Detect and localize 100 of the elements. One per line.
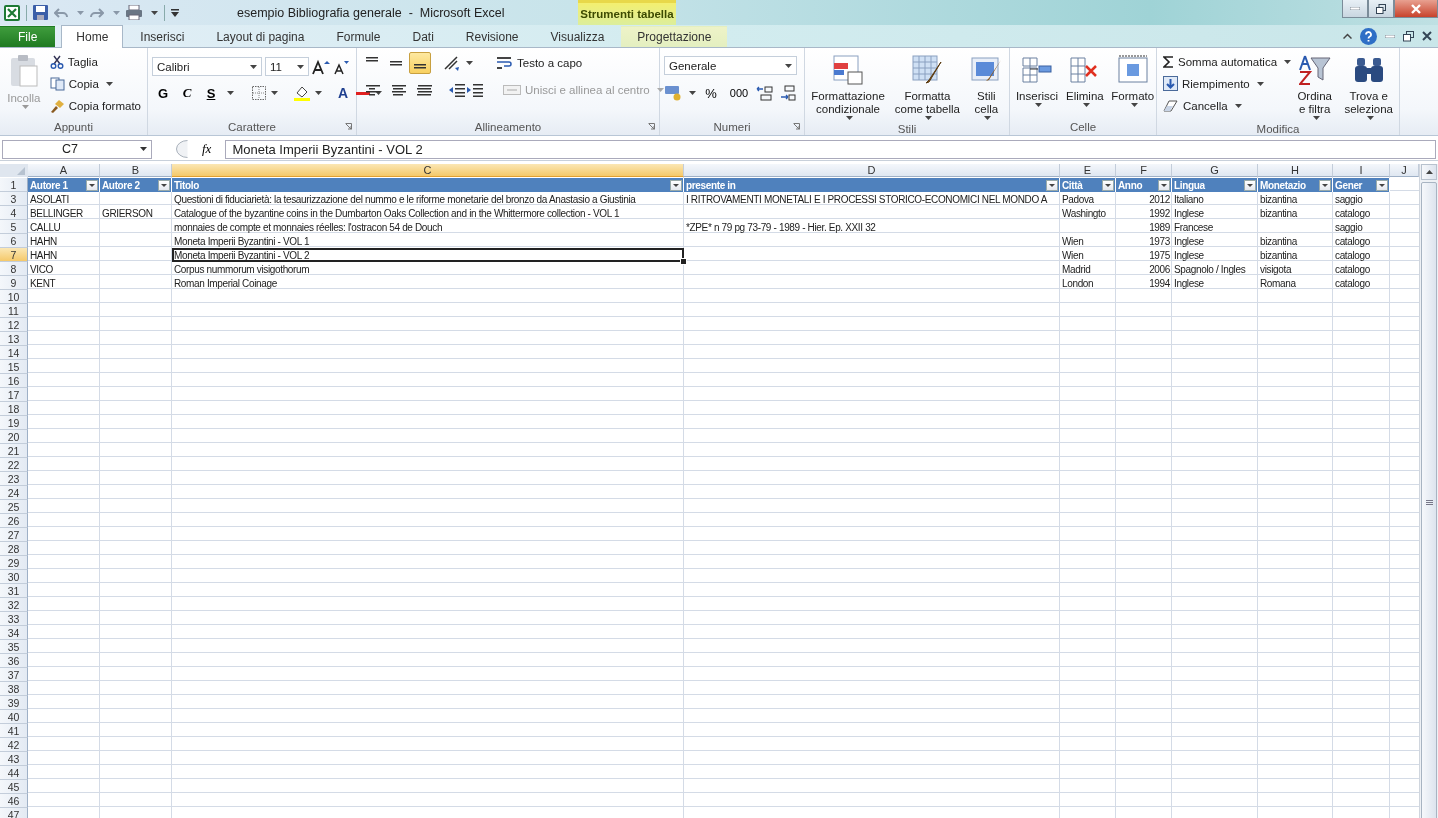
close-button[interactable]: [1394, 0, 1438, 18]
thousands-separator-button[interactable]: 000: [726, 83, 752, 103]
row-header[interactable]: 6: [0, 234, 28, 248]
filter-button[interactable]: [86, 179, 98, 191]
bold-button[interactable]: G: [152, 83, 174, 103]
row-header[interactable]: 41: [0, 724, 28, 738]
percent-button[interactable]: %: [700, 83, 722, 103]
row-header[interactable]: 9: [0, 276, 28, 290]
filter-button[interactable]: [1376, 179, 1388, 191]
ribbon-tab[interactable]: Formule: [321, 26, 396, 47]
row-header[interactable]: 46: [0, 794, 28, 808]
row-header[interactable]: 23: [0, 472, 28, 486]
fill-handle[interactable]: [680, 258, 687, 265]
ribbon-tab[interactable]: Layout di pagina: [201, 26, 320, 47]
font-color-button[interactable]: A: [332, 82, 354, 104]
cells-command-button[interactable]: Inserisci: [1014, 52, 1060, 119]
filter-button[interactable]: [1158, 179, 1170, 191]
row-header[interactable]: 19: [0, 416, 28, 430]
ribbon-tab[interactable]: Home: [61, 25, 124, 48]
row-header[interactable]: 40: [0, 710, 28, 724]
row-header[interactable]: 5: [0, 220, 28, 234]
row-header[interactable]: 32: [0, 598, 28, 612]
row-header[interactable]: 13: [0, 332, 28, 346]
row-header[interactable]: 29: [0, 556, 28, 570]
row-header[interactable]: 33: [0, 612, 28, 626]
row-header[interactable]: 18: [0, 402, 28, 416]
column-header[interactable]: C: [172, 164, 684, 177]
row-header[interactable]: 11: [0, 304, 28, 318]
row-header[interactable]: 39: [0, 696, 28, 710]
row-header[interactable]: 44: [0, 766, 28, 780]
wrap-text-button[interactable]: Testo a capo: [495, 53, 585, 73]
column-header[interactable]: G: [1172, 164, 1258, 177]
row-header[interactable]: 21: [0, 444, 28, 458]
ribbon-tab[interactable]: Revisione: [450, 26, 534, 47]
cells-command-button[interactable]: Elimina: [1064, 52, 1106, 119]
row-header[interactable]: 37: [0, 668, 28, 682]
row-header[interactable]: 24: [0, 486, 28, 500]
cell-styles-button[interactable]: Formattazione condizionale: [809, 52, 888, 122]
ribbon-tab[interactable]: Progettazione: [621, 26, 728, 47]
number-format-field[interactable]: Generale: [664, 56, 797, 75]
row-header[interactable]: 47: [0, 808, 28, 818]
filter-button[interactable]: [1102, 179, 1114, 191]
underline-button[interactable]: S: [200, 83, 222, 103]
formula-field[interactable]: Moneta Imperii Byzantini - VOL 2: [225, 139, 1436, 159]
row-header[interactable]: 1: [0, 178, 28, 192]
fill-button[interactable]: Riempimento: [1161, 74, 1287, 93]
sort-filter-button[interactable]: Ordina e filtra: [1291, 52, 1339, 122]
autosum-button[interactable]: Somma automatica: [1161, 52, 1287, 71]
cut-button[interactable]: Taglia: [47, 52, 143, 71]
italic-button[interactable]: C: [176, 83, 198, 103]
row-header[interactable]: 17: [0, 388, 28, 402]
filter-button[interactable]: [1244, 179, 1256, 191]
row-header[interactable]: 8: [0, 262, 28, 276]
vertical-align-button[interactable]: [409, 52, 431, 74]
filter-button[interactable]: [1046, 179, 1058, 191]
filter-button[interactable]: [670, 179, 682, 191]
filter-button[interactable]: [158, 179, 170, 191]
filter-button[interactable]: [1319, 179, 1331, 191]
copy-button[interactable]: Copia: [47, 74, 143, 93]
ribbon-tab[interactable]: Dati: [397, 26, 449, 47]
row-header[interactable]: 14: [0, 346, 28, 360]
column-header[interactable]: E: [1060, 164, 1116, 177]
ribbon-tab[interactable]: Visualizza: [535, 26, 620, 47]
row-header[interactable]: 15: [0, 360, 28, 374]
find-select-button[interactable]: Trova e seleziona: [1342, 52, 1395, 122]
name-box[interactable]: C7: [2, 139, 152, 159]
column-header[interactable]: D: [684, 164, 1060, 177]
row-header[interactable]: 20: [0, 430, 28, 444]
row-header[interactable]: 26: [0, 514, 28, 528]
cells-command-button[interactable]: Formato: [1109, 52, 1156, 119]
row-header[interactable]: 12: [0, 318, 28, 332]
row-header[interactable]: 42: [0, 738, 28, 752]
row-header[interactable]: 27: [0, 528, 28, 542]
row-header[interactable]: 4: [0, 206, 28, 220]
row-header[interactable]: 34: [0, 626, 28, 640]
ribbon-tab[interactable]: Inserisci: [125, 26, 200, 47]
column-header[interactable]: B: [100, 164, 172, 177]
row-header[interactable]: 7: [0, 248, 28, 262]
column-header[interactable]: H: [1258, 164, 1333, 177]
row-header[interactable]: 28: [0, 542, 28, 556]
row-header[interactable]: 38: [0, 682, 28, 696]
row-header[interactable]: 22: [0, 458, 28, 472]
clear-button[interactable]: Cancella: [1161, 96, 1287, 115]
row-header[interactable]: 43: [0, 752, 28, 766]
cell-styles-button[interactable]: Stili cella: [967, 52, 1005, 122]
column-header[interactable]: A: [28, 164, 100, 177]
row-header[interactable]: 16: [0, 374, 28, 388]
font-name-field[interactable]: Calibri: [152, 57, 262, 76]
column-header[interactable]: J: [1390, 164, 1419, 177]
row-header[interactable]: 36: [0, 654, 28, 668]
row-header[interactable]: 30: [0, 570, 28, 584]
insert-function-button[interactable]: fx: [194, 141, 220, 157]
row-header[interactable]: 25: [0, 500, 28, 514]
column-header[interactable]: F: [1116, 164, 1172, 177]
row-header[interactable]: 3: [0, 192, 28, 206]
cell-styles-button[interactable]: Formatta come tabella: [891, 52, 964, 122]
row-header[interactable]: 45: [0, 780, 28, 794]
column-header[interactable]: I: [1333, 164, 1390, 177]
row-header[interactable]: 35: [0, 640, 28, 654]
row-header[interactable]: 10: [0, 290, 28, 304]
